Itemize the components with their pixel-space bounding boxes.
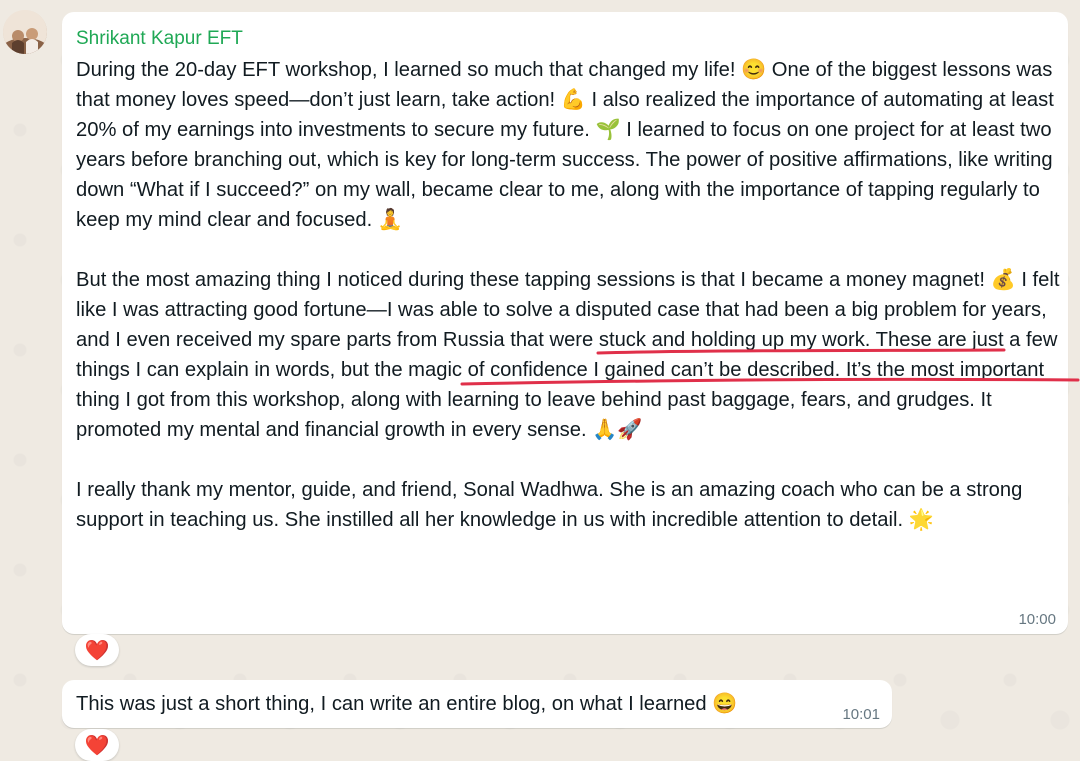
message-timestamp: 10:00 — [1018, 611, 1056, 628]
message-bubble[interactable]: Shrikant Kapur EFT During the 20-day EFT… — [62, 12, 1068, 634]
message-bubble[interactable]: This was just a short thing, I can write… — [62, 680, 892, 728]
heart-icon: ❤️ — [84, 639, 110, 662]
message-timestamp: 10:01 — [842, 706, 880, 723]
sender-avatar[interactable] — [3, 10, 47, 54]
avatar-image — [3, 10, 47, 54]
sender-name[interactable]: Shrikant Kapur EFT — [76, 28, 243, 50]
message-paragraph: During the 20-day EFT workshop, I learne… — [76, 59, 1054, 231]
heart-icon: ❤️ — [84, 734, 110, 757]
message-paragraph: I really thank my mentor, guide, and fri… — [76, 479, 1023, 531]
message-text: During the 20-day EFT workshop, I learne… — [76, 55, 1066, 535]
message-text: This was just a short thing, I can write… — [76, 693, 738, 715]
heart-reaction[interactable]: ❤️ — [75, 729, 119, 761]
heart-reaction[interactable]: ❤️ — [75, 634, 119, 666]
message-paragraph: But the most amazing thing I noticed dur… — [76, 269, 1060, 441]
